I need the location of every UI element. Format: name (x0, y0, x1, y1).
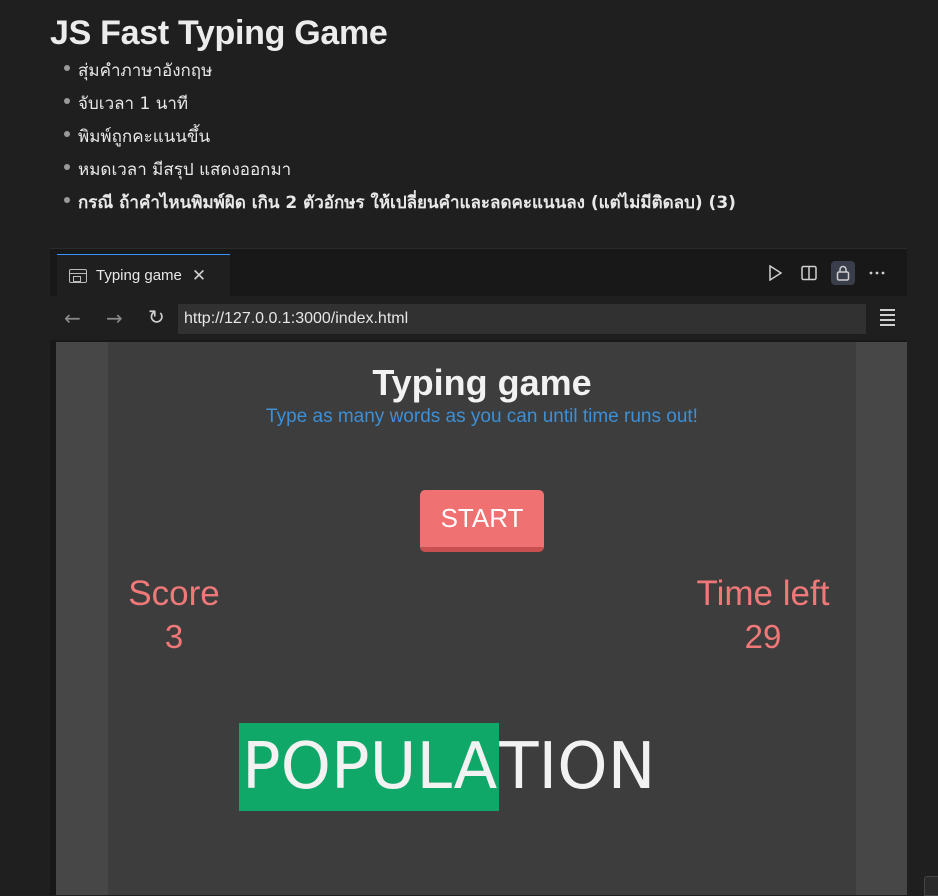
bullet-icon (64, 131, 70, 137)
score-label: Score (128, 574, 220, 613)
requirements-list: สุ่มคำภาษาอังกฤษ จับเวลา 1 นาที พิมพ์ถูก… (64, 58, 736, 223)
tab-typing-game[interactable]: Typing game ✕ (57, 254, 230, 296)
current-word: POPULA TION (239, 723, 656, 811)
list-item-text: กรณี ถ้าคำไหนพิมพ์ผิด เกิน 2 ตัวอักษร ให… (78, 193, 736, 213)
more-icon[interactable] (865, 261, 889, 285)
time-panel: Time left 29 (686, 574, 840, 656)
time-label: Time left (696, 574, 830, 613)
list-item-text: สุ่มคำภาษาอังกฤษ (78, 61, 213, 81)
list-item: กรณี ถ้าคำไหนพิมพ์ผิด เกิน 2 ตัวอักษร ให… (64, 190, 736, 223)
bullet-icon (64, 65, 70, 71)
list-item: หมดเวลา มีสรุป แสดงออกมา (64, 157, 736, 190)
list-item-text: จับเวลา 1 นาที (78, 94, 189, 114)
game-subtitle: Type as many words as you can until time… (266, 406, 698, 427)
list-item-text: พิมพ์ถูกคะแนนขึ้น (78, 127, 211, 147)
remaining-letters: TION (499, 730, 656, 804)
lock-icon[interactable] (831, 261, 855, 285)
play-icon[interactable] (763, 261, 787, 285)
browser-preview-icon (69, 268, 87, 283)
forward-icon[interactable]: → (106, 306, 123, 330)
split-editor-icon[interactable] (797, 261, 821, 285)
game-container: Typing game Type as many words as you ca… (108, 342, 856, 895)
back-icon[interactable]: ← (64, 306, 81, 330)
tab-bar: Typing game ✕ (50, 252, 907, 296)
bullet-icon (64, 197, 70, 203)
time-value: 29 (744, 618, 782, 655)
editor-actions (763, 261, 889, 285)
start-button[interactable]: START (420, 490, 544, 552)
list-item: พิมพ์ถูกคะแนนขึ้น (64, 124, 736, 157)
score-value: 3 (164, 618, 184, 655)
simple-browser-panel: Typing game ✕ ← → ↻ http://127.0.0.1:300… (50, 248, 907, 895)
tab-label: Typing game (96, 267, 182, 284)
menu-icon[interactable] (880, 309, 895, 329)
scrollbar-thumb[interactable] (924, 876, 938, 896)
address-bar: ← → ↻ http://127.0.0.1:3000/index.html (50, 296, 907, 340)
bullet-icon (64, 164, 70, 170)
close-icon[interactable]: ✕ (192, 266, 206, 286)
list-item-text: หมดเวลา มีสรุป แสดงออกมา (78, 160, 292, 180)
bullet-icon (64, 98, 70, 104)
list-item: สุ่มคำภาษาอังกฤษ (64, 58, 736, 91)
page-viewport: Typing game Type as many words as you ca… (56, 342, 907, 895)
typed-letters: POPULA (239, 723, 500, 811)
score-panel: Score 3 (124, 574, 224, 656)
document-title: JS Fast Typing Game (50, 14, 388, 52)
list-item: จับเวลา 1 นาที (64, 91, 736, 124)
reload-icon[interactable]: ↻ (148, 305, 165, 329)
game-title: Typing game (372, 362, 592, 403)
url-input[interactable]: http://127.0.0.1:3000/index.html (178, 304, 866, 334)
